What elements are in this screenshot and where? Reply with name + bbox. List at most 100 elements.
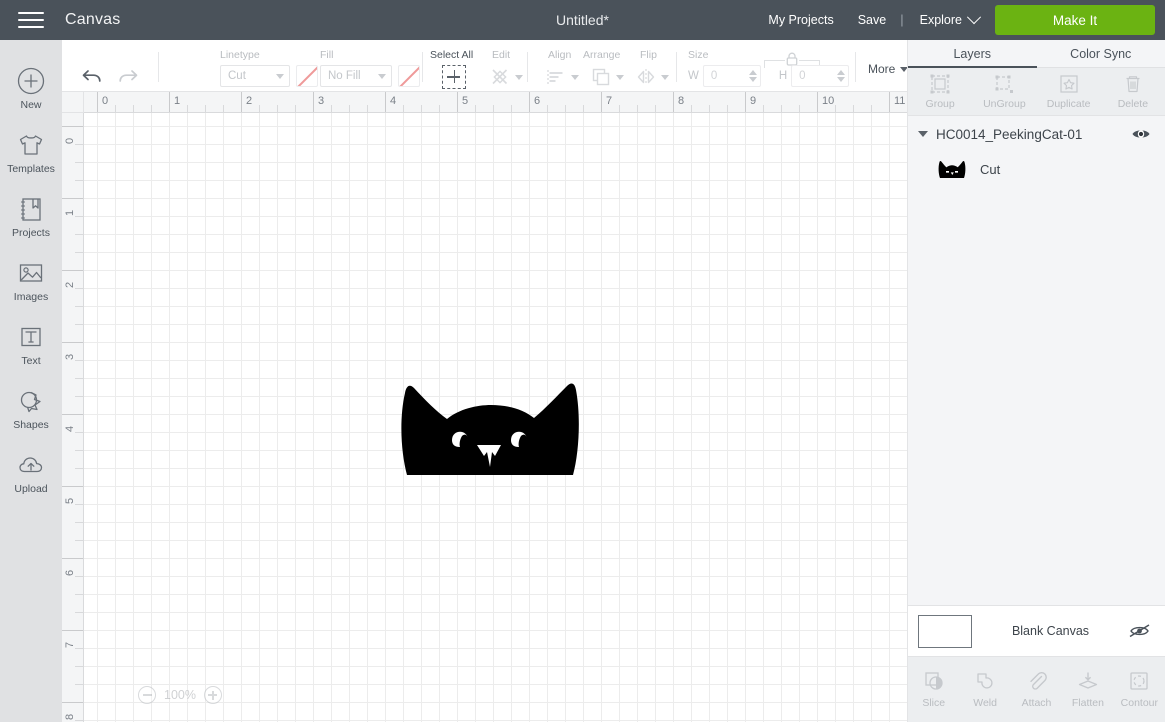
ruler-tick-minor — [835, 105, 836, 112]
tab-color-sync[interactable]: Color Sync — [1036, 40, 1165, 68]
ruler-corner — [62, 92, 84, 113]
fill-color-swatch[interactable] — [398, 65, 420, 87]
chevron-down-icon — [661, 74, 669, 80]
width-stepper[interactable] — [748, 70, 757, 82]
linetype-value: Cut — [228, 70, 246, 82]
plus-circle-icon[interactable] — [203, 686, 222, 704]
height-input[interactable]: 0 — [791, 65, 850, 87]
more-button[interactable]: More — [868, 62, 909, 76]
ungroup-icon — [995, 75, 1014, 93]
app-title: Canvas — [65, 11, 121, 28]
save-button[interactable]: Save — [846, 0, 899, 40]
hamburger-icon[interactable] — [18, 8, 44, 32]
attach-button[interactable]: Attach — [1011, 670, 1062, 709]
explore-dropdown[interactable]: Explore — [906, 10, 989, 27]
ruler-tick-minor — [259, 105, 260, 112]
sidebar-item-upload[interactable]: Upload — [0, 442, 62, 502]
attach-label: Attach — [1021, 697, 1052, 709]
sidebar-item-images[interactable]: Images — [0, 250, 62, 310]
sidebar-item-text[interactable]: Text — [0, 314, 62, 374]
fill-select[interactable]: No Fill — [320, 65, 392, 87]
expand-collapse-triangle-icon[interactable] — [918, 131, 928, 137]
sidebar-item-label: Images — [13, 290, 49, 303]
sidebar-item-label: New — [20, 98, 42, 111]
more-label: More — [868, 62, 896, 76]
make-it-button[interactable]: Make It — [995, 5, 1155, 35]
undo-icon[interactable] — [80, 65, 104, 89]
star-shape-icon — [20, 391, 41, 412]
notebook-bookmark-icon — [21, 197, 41, 221]
ruler-label: 6 — [534, 95, 541, 107]
tab-layers[interactable]: Layers — [908, 40, 1037, 68]
delete-button[interactable]: Delete — [1101, 68, 1165, 115]
duplicate-button[interactable]: Duplicate — [1037, 68, 1101, 115]
ruler-tick-minor — [75, 522, 83, 523]
weld-button[interactable]: Weld — [959, 670, 1010, 709]
eye-off-icon[interactable] — [1129, 623, 1151, 639]
canvas-area[interactable]: 0 1 2 3 4 5 6 7 8 9 10 11 012345678 100% — [62, 92, 907, 722]
ruler-tick-minor — [115, 105, 116, 112]
cricut-design-space-window: Canvas Untitled* My Projects Save | Expl… — [0, 0, 1165, 722]
select-all-icon[interactable] — [442, 65, 466, 89]
ruler-tick-major — [889, 92, 890, 112]
ruler-tick-minor — [75, 180, 83, 181]
ruler-tick-major — [817, 92, 818, 112]
align-label: Align — [548, 49, 572, 61]
layer-child-row[interactable]: Cut — [908, 151, 1165, 187]
header-actions: My Projects Save | Explore Make It — [756, 0, 1165, 40]
sidebar-item-projects[interactable]: Projects — [0, 186, 62, 246]
ruler-label: 10 — [822, 95, 835, 107]
edit-scissors-icon — [492, 69, 508, 85]
flatten-button[interactable]: Flatten — [1062, 670, 1113, 709]
ruler-tick-minor — [331, 105, 332, 112]
flip-icon — [637, 69, 655, 85]
linetype-color-swatch[interactable] — [296, 65, 318, 87]
slice-label: Slice — [922, 697, 946, 709]
slice-button[interactable]: Slice — [908, 670, 959, 709]
sidebar-item-label: Text — [21, 354, 41, 367]
canvas-grid[interactable] — [84, 113, 907, 722]
align-icon — [547, 70, 563, 84]
ruler-tick-minor — [75, 288, 83, 289]
ruler-tick-minor — [691, 105, 692, 112]
ruler-tick-minor — [133, 105, 134, 112]
toolbar-divider — [676, 52, 677, 82]
ruler-label: 5 — [462, 95, 469, 107]
ruler-tick-major — [62, 198, 83, 199]
ruler-label: 1 — [174, 95, 181, 107]
sidebar-item-shapes[interactable]: Shapes — [0, 378, 62, 438]
layers-list: HC0014_PeekingCat-01 Cut — [908, 117, 1165, 615]
contour-button[interactable]: Contour — [1114, 670, 1165, 709]
layer-tools: Group UnGroup Duplicate Delete — [908, 68, 1165, 116]
slice-icon — [925, 672, 943, 690]
ruler-tick-minor — [75, 504, 83, 505]
ruler-tick-minor — [75, 594, 83, 595]
ungroup-button[interactable]: UnGroup — [972, 68, 1036, 115]
sidebar-item-new[interactable]: New — [0, 58, 62, 118]
blank-canvas-row[interactable]: Blank Canvas — [908, 605, 1165, 657]
height-stepper[interactable] — [837, 70, 846, 82]
ruler-tick-minor — [439, 105, 440, 112]
ruler-tick-major — [62, 702, 83, 703]
redo-icon[interactable] — [116, 65, 140, 89]
minus-circle-icon[interactable] — [138, 686, 156, 704]
toolbar-divider — [527, 52, 528, 82]
sidebar-item-templates[interactable]: Templates — [0, 122, 62, 182]
ruler-tick-minor — [781, 105, 782, 112]
ruler-tick-major — [745, 92, 746, 112]
eye-icon[interactable] — [1131, 127, 1151, 141]
chevron-down-icon — [378, 73, 386, 79]
ruler-tick-minor — [637, 105, 638, 112]
width-input[interactable]: 0 — [702, 65, 761, 87]
ruler-tick-minor — [853, 105, 854, 112]
group-button[interactable]: Group — [908, 68, 972, 115]
edit-label: Edit — [492, 49, 511, 61]
right-panel: Layers Color Sync Group UnGroup Duplicat… — [907, 40, 1165, 722]
my-projects-link[interactable]: My Projects — [756, 0, 845, 40]
linetype-select[interactable]: Cut — [220, 65, 290, 87]
arrange-label: Arrange — [583, 49, 621, 61]
paperclip-icon — [1029, 671, 1047, 690]
layer-group-row[interactable]: HC0014_PeekingCat-01 — [908, 117, 1165, 151]
canvas-color-swatch[interactable] — [918, 614, 972, 648]
peeking-cat-silhouette[interactable] — [395, 357, 585, 477]
